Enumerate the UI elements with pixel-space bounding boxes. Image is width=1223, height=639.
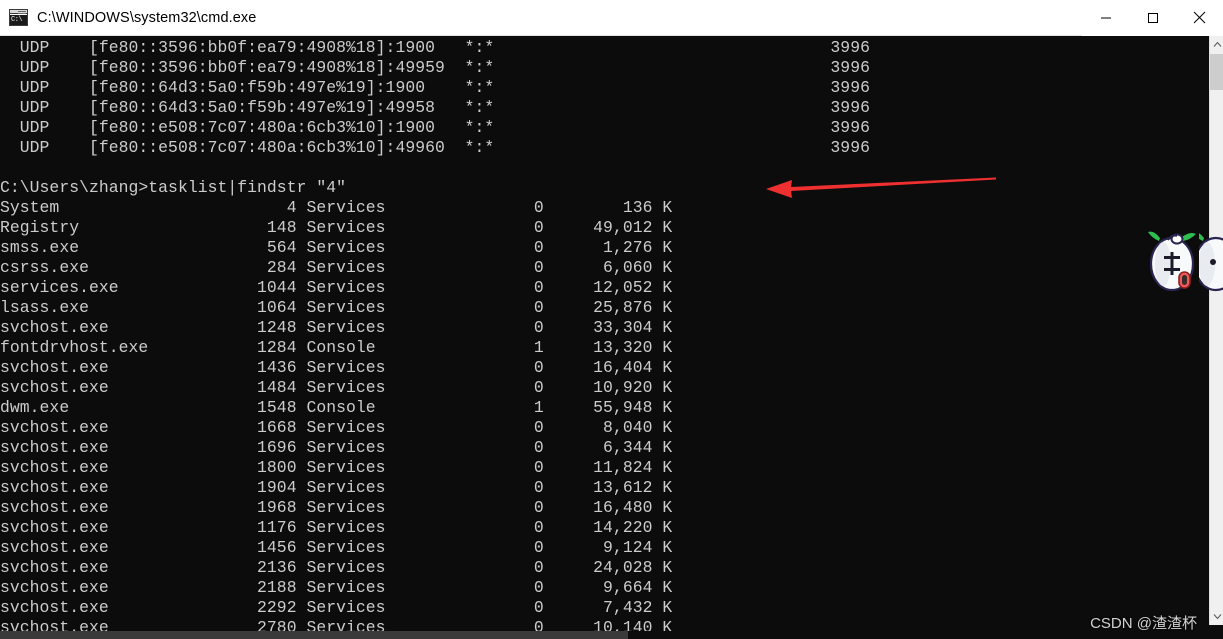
watermark-text: CSDN @渣渣杯: [1090, 615, 1197, 632]
cmd-console-icon: C:\: [9, 9, 28, 26]
scroll-up-button[interactable]: [1210, 36, 1223, 53]
maximize-icon: [1147, 12, 1158, 23]
terminal-output-area[interactable]: UDP [fe80::3596:bb0f:ea79:4908%18]:1900 …: [0, 36, 1209, 633]
horizontal-scroll-thumb[interactable]: [0, 631, 628, 639]
icon-prompt-glyph: C:\: [10, 15, 27, 25]
maximize-button[interactable]: [1129, 0, 1176, 36]
title-bar-left: C:\ C:\WINDOWS\system32\cmd.exe: [0, 0, 1082, 36]
scroll-down-button[interactable]: [1210, 608, 1223, 625]
console-text: UDP [fe80::3596:bb0f:ea79:4908%18]:1900 …: [0, 38, 870, 633]
window-controls: [1082, 0, 1223, 36]
chevron-up-icon: [1213, 41, 1221, 47]
chevron-down-icon: [1213, 614, 1221, 620]
vertical-scroll-thumb[interactable]: [1210, 54, 1223, 90]
vertical-scrollbar[interactable]: [1209, 36, 1223, 625]
cmd-window: C:\ C:\WINDOWS\system32\cmd.exe UDP [fe8…: [0, 0, 1223, 639]
window-title: C:\WINDOWS\system32\cmd.exe: [37, 9, 257, 26]
minimize-icon: [1100, 17, 1111, 18]
close-icon: [1193, 11, 1206, 24]
close-button[interactable]: [1176, 0, 1223, 36]
minimize-button[interactable]: [1082, 0, 1129, 36]
title-bar[interactable]: C:\ C:\WINDOWS\system32\cmd.exe: [0, 0, 1223, 36]
icon-titlebar-stripe: [10, 10, 27, 14]
horizontal-scrollbar[interactable]: [0, 631, 1209, 639]
